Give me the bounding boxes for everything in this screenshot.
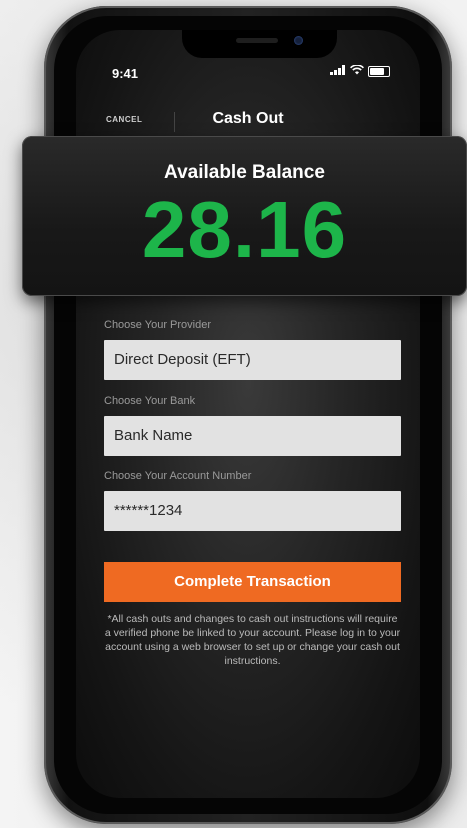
account-label: Choose Your Account Number (104, 470, 252, 482)
balance-card: Available Balance 28.16 (22, 136, 467, 296)
front-camera (294, 36, 303, 45)
wifi-icon (350, 64, 364, 78)
notch (182, 30, 337, 58)
disclaimer-text: *All cash outs and changes to cash out i… (104, 613, 401, 667)
complete-transaction-button[interactable]: Complete Transaction (104, 562, 401, 602)
provider-label: Choose Your Provider (104, 319, 212, 331)
bank-label: Choose Your Bank (104, 395, 196, 407)
signal-icon (330, 64, 346, 78)
provider-select[interactable]: Direct Deposit (EFT) (104, 340, 401, 380)
account-number-field[interactable]: ******1234 (104, 491, 401, 531)
status-time: 9:41 (112, 66, 139, 81)
balance-label: Available Balance (164, 162, 325, 183)
status-icons (330, 64, 390, 78)
bank-select[interactable]: Bank Name (104, 416, 401, 456)
page-title: Cash Out (212, 110, 284, 127)
balance-value: 28.16 (141, 185, 348, 274)
speaker (236, 38, 278, 43)
battery-icon (368, 65, 390, 77)
phone-frame: 9:41 CANCEL Cash Out (44, 6, 452, 824)
